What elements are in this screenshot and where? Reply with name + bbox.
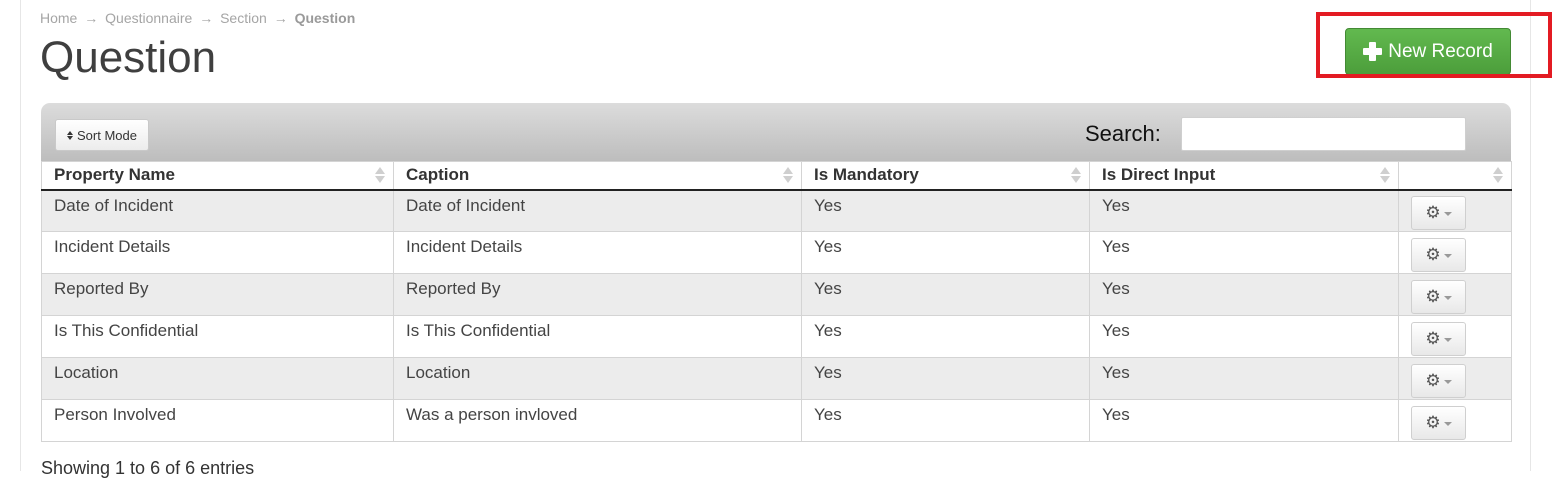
cell-caption: Reported By: [393, 273, 802, 316]
cell-is-direct-input: Yes: [1089, 273, 1399, 316]
column-header-is-direct-input[interactable]: Is Direct Input: [1089, 161, 1399, 191]
search-label: Search:: [1085, 121, 1161, 146]
caret-down-icon: [1443, 211, 1452, 216]
cell-is-direct-input: Yes: [1089, 315, 1399, 358]
cell-is-mandatory: Yes: [801, 399, 1090, 442]
gear-icon: ⚙: [1425, 413, 1441, 432]
gear-icon: ⚙: [1425, 245, 1441, 264]
row-actions-button[interactable]: ⚙: [1411, 279, 1466, 314]
table-row: Incident Details Incident Details Yes Ye…: [41, 231, 1512, 274]
row-actions-button[interactable]: ⚙: [1411, 405, 1466, 440]
cell-caption: Incident Details: [393, 231, 802, 274]
sort-mode-label: Sort Mode: [77, 127, 137, 143]
table-row: Person Involved Was a person invloved Ye…: [41, 399, 1512, 442]
caret-down-icon: [1443, 337, 1452, 342]
column-header-caption[interactable]: Caption: [393, 161, 802, 191]
cell-actions: ⚙: [1398, 273, 1512, 316]
cell-is-mandatory: Yes: [801, 231, 1090, 274]
row-actions-button[interactable]: ⚙: [1411, 363, 1466, 398]
cell-caption: Date of Incident: [393, 189, 802, 232]
caret-down-icon: [1443, 379, 1452, 384]
cell-is-direct-input: Yes: [1089, 231, 1399, 274]
sort-both-icon: [1493, 167, 1503, 183]
page-title: Question: [40, 33, 217, 82]
cell-is-mandatory: Yes: [801, 273, 1090, 316]
table-row: Is This Confidential Is This Confidentia…: [41, 315, 1512, 358]
questions-table: Property Name Caption Is Mandatory Is Di…: [41, 161, 1512, 442]
row-actions-button[interactable]: ⚙: [1411, 321, 1466, 356]
breadcrumb-separator: →: [273, 10, 288, 26]
caret-down-icon: [1443, 295, 1452, 300]
cell-property-name: Reported By: [41, 273, 394, 316]
cell-caption: Was a person invloved: [393, 399, 802, 442]
breadcrumb-home[interactable]: Home: [40, 10, 77, 26]
breadcrumb-section[interactable]: Section: [220, 10, 267, 26]
cell-property-name: Location: [41, 357, 394, 400]
cell-caption: Location: [393, 357, 802, 400]
cell-actions: ⚙: [1398, 399, 1512, 442]
breadcrumb-separator: →: [84, 10, 99, 26]
cell-caption: Is This Confidential: [393, 315, 802, 358]
cell-property-name: Person Involved: [41, 399, 394, 442]
page-frame-left: [20, 0, 21, 471]
cell-property-name: Date of Incident: [41, 189, 394, 232]
table-header-row: Property Name Caption Is Mandatory Is Di…: [41, 161, 1512, 191]
table-row: Location Location Yes Yes ⚙: [41, 357, 1512, 400]
row-actions-button[interactable]: ⚙: [1411, 195, 1466, 230]
sort-icon: [67, 130, 73, 140]
caret-down-icon: [1443, 421, 1452, 426]
breadcrumb-separator: →: [199, 10, 214, 26]
cell-is-direct-input: Yes: [1089, 357, 1399, 400]
column-header-actions[interactable]: [1398, 161, 1512, 191]
table-row: Reported By Reported By Yes Yes ⚙: [41, 273, 1512, 316]
cell-actions: ⚙: [1398, 189, 1512, 232]
gear-icon: ⚙: [1425, 203, 1441, 223]
sort-both-icon: [375, 167, 385, 183]
gear-icon: ⚙: [1425, 287, 1441, 306]
breadcrumb: Home → Questionnaire → Section → Questio…: [40, 10, 355, 26]
cell-is-direct-input: Yes: [1089, 399, 1399, 442]
cell-property-name: Is This Confidential: [41, 315, 394, 358]
breadcrumb-questionnaire[interactable]: Questionnaire: [105, 10, 192, 26]
cell-is-direct-input: Yes: [1089, 189, 1399, 232]
cell-actions: ⚙: [1398, 315, 1512, 358]
table-row: Date of Incident Date of Incident Yes Ye…: [41, 189, 1512, 232]
sort-both-icon: [783, 167, 793, 183]
column-header-is-mandatory[interactable]: Is Mandatory: [801, 161, 1090, 191]
gear-icon: ⚙: [1425, 371, 1441, 390]
sort-both-icon: [1071, 167, 1081, 183]
sort-mode-button[interactable]: Sort Mode: [55, 119, 149, 151]
cell-property-name: Incident Details: [41, 231, 394, 274]
sort-both-icon: [1380, 167, 1390, 183]
breadcrumb-current: Question: [294, 10, 356, 26]
cell-is-mandatory: Yes: [801, 315, 1090, 358]
cell-actions: ⚙: [1398, 231, 1512, 274]
cell-is-mandatory: Yes: [801, 189, 1090, 232]
row-actions-button[interactable]: ⚙: [1411, 237, 1466, 272]
caret-down-icon: [1443, 253, 1452, 258]
highlight-annotation-box: [1316, 12, 1552, 78]
cell-actions: ⚙: [1398, 357, 1512, 400]
column-header-property-name[interactable]: Property Name: [41, 161, 394, 191]
table-entries-info: Showing 1 to 6 of 6 entries: [41, 458, 255, 478]
search-input[interactable]: [1181, 117, 1466, 151]
cell-is-mandatory: Yes: [801, 357, 1090, 400]
table-toolbar: Sort Mode Search:: [41, 103, 1511, 161]
gear-icon: ⚙: [1425, 329, 1441, 348]
